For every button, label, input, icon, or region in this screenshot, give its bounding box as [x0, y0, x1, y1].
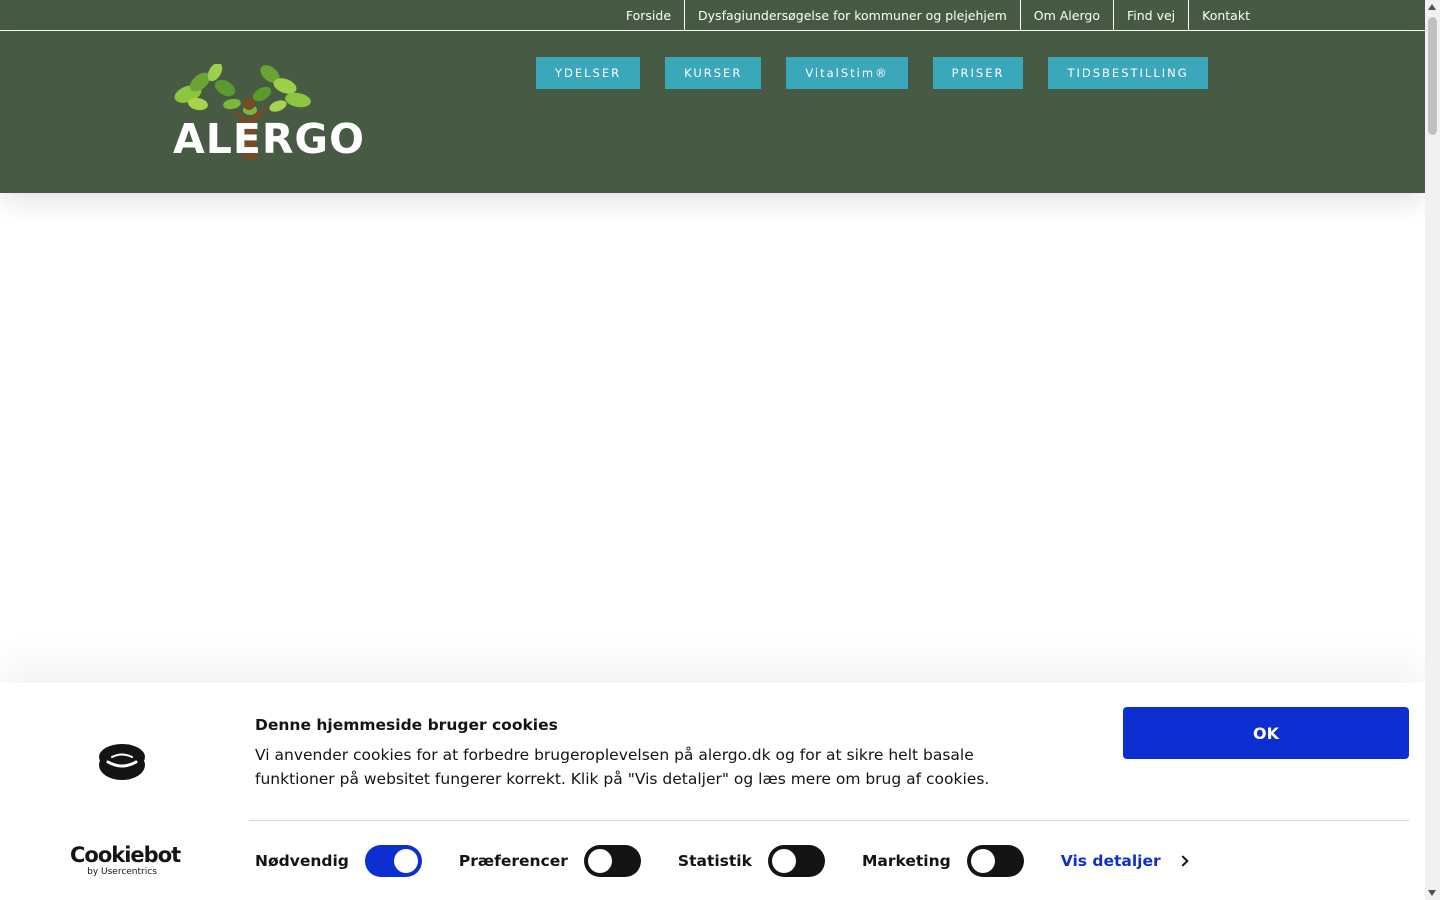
topnav-link-forside[interactable]: Forside — [613, 0, 684, 30]
nav-button-tidsbestilling[interactable]: TIDSBESTILLING — [1048, 57, 1208, 89]
logo-wordmark: ALERGO — [173, 115, 365, 163]
page-scrollbar[interactable] — [1425, 0, 1440, 900]
toggle-label-marketing: Marketing — [861, 852, 951, 870]
cookie-divider — [249, 820, 1409, 821]
toggle-knob — [587, 849, 612, 873]
toggle-group-marketing: Marketing — [862, 845, 1024, 877]
scrollbar-thumb[interactable] — [1428, 17, 1437, 135]
toggle-label-preferences: Præferencer — [458, 852, 568, 870]
nav-button-ydelser[interactable]: YDELSER — [536, 57, 641, 89]
cookiebot-wordmark: Cookiebot — [70, 843, 181, 867]
topnav-link-find-vej[interactable]: Find vej — [1112, 0, 1188, 30]
toggle-label-necessary: Nødvendig — [255, 852, 349, 870]
show-details-link[interactable]: Vis detaljer — [1060, 852, 1189, 870]
toggle-knob — [970, 849, 995, 873]
top-bar: Forside Dysfagiundersøgelse for kommuner… — [0, 0, 1425, 31]
cookie-description: Vi anvender cookies for at forbedre brug… — [255, 746, 990, 788]
toggle-label-statistics: Statistik — [677, 852, 752, 870]
chevron-right-icon — [1176, 855, 1189, 867]
nav-button-kurser[interactable]: KURSER — [665, 57, 762, 89]
site-header: ALERGO YDELSER KURSER VitalStim® PRISER … — [0, 31, 1425, 193]
topnav-link-kontakt[interactable]: Kontakt — [1188, 0, 1263, 30]
topnav-link-dysfagi[interactable]: Dysfagiundersøgelse for kommuner og plej… — [684, 0, 1020, 30]
toggle-knob — [771, 849, 796, 873]
scroll-down-arrow-icon[interactable] — [1428, 890, 1436, 896]
nav-button-vitalstim[interactable]: VitalStim® — [786, 57, 908, 89]
toggle-preferences[interactable] — [583, 845, 641, 877]
toggle-knob — [393, 849, 418, 873]
toggle-group-necessary: Nødvendig — [255, 845, 422, 877]
page: Forside Dysfagiundersøgelse for kommuner… — [0, 0, 1440, 900]
cookie-consent-toggles: Nødvendig Præferencer Statistik Marketin… — [255, 845, 1189, 877]
topnav-link-om-alergo[interactable]: Om Alergo — [1019, 0, 1113, 30]
cookiebot-logo[interactable]: Cookiebot by Usercentrics — [70, 843, 181, 878]
nav-button-priser[interactable]: PRISER — [932, 57, 1024, 89]
top-navigation: Forside Dysfagiundersøgelse for kommuner… — [613, 0, 1263, 30]
show-details-label: Vis detaljer — [1060, 852, 1161, 870]
cookiebot-icon — [99, 744, 145, 780]
toggle-group-preferences: Præferencer — [459, 845, 641, 877]
toggle-marketing[interactable] — [966, 845, 1024, 877]
cookie-ok-button[interactable]: OK — [1123, 707, 1409, 759]
main-navigation: YDELSER KURSER VitalStim® PRISER TIDSBES… — [536, 57, 1208, 89]
toggle-necessary[interactable] — [364, 845, 422, 877]
toggle-statistics[interactable] — [767, 845, 825, 877]
cookie-banner: Cookiebot by Usercentrics Denne hjemmesi… — [0, 683, 1425, 900]
scroll-up-arrow-icon[interactable] — [1428, 4, 1436, 10]
toggle-group-statistics: Statistik — [678, 845, 825, 877]
site-logo[interactable]: ALERGO — [170, 64, 380, 163]
cookiebot-subtitle: by Usercentrics — [87, 867, 157, 877]
cookie-title: Denne hjemmeside bruger cookies — [255, 716, 558, 734]
